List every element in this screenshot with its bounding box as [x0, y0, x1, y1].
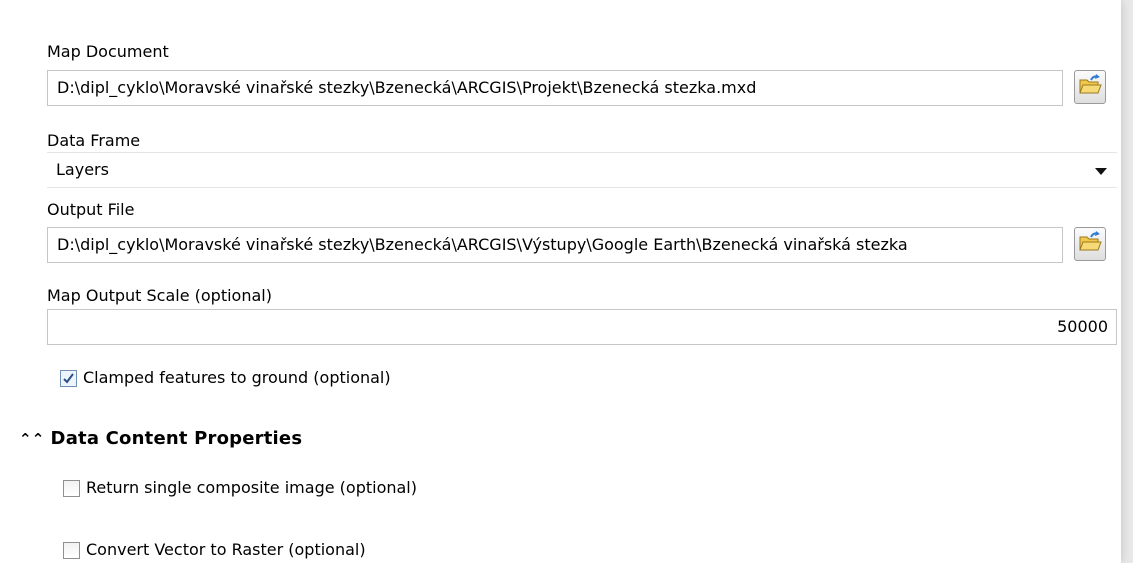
- section-title: Data Content Properties: [50, 428, 303, 449]
- map-document-label: Map Document: [47, 42, 169, 61]
- convert-vector-to-raster-option[interactable]: Convert Vector to Raster (optional): [63, 540, 366, 560]
- open-folder-icon: [1078, 231, 1102, 257]
- data-frame-value: Layers: [56, 160, 109, 179]
- map-output-scale-input[interactable]: 50000: [47, 309, 1117, 345]
- clamped-features-checkbox[interactable]: [60, 369, 77, 387]
- chevron-down-icon[interactable]: [1095, 168, 1107, 175]
- convert-vector-to-raster-label: Convert Vector to Raster (optional): [86, 540, 366, 559]
- output-file-browse-button[interactable]: [1074, 227, 1106, 261]
- open-folder-icon: [1078, 74, 1102, 100]
- return-single-composite-checkbox[interactable]: [63, 479, 80, 497]
- check-icon: [63, 372, 74, 384]
- map-output-scale-label: Map Output Scale (optional): [47, 286, 272, 305]
- map-document-browse-button[interactable]: [1074, 70, 1106, 104]
- data-content-properties-header[interactable]: ⌃⌃ Data Content Properties: [19, 428, 302, 450]
- output-file-input[interactable]: D:\dipl_cyklo\Moravské vinařské stezky\B…: [47, 227, 1063, 263]
- clamped-features-option[interactable]: Clamped features to ground (optional): [60, 368, 391, 388]
- clamped-features-label: Clamped features to ground (optional): [83, 368, 391, 387]
- data-frame-label: Data Frame: [47, 131, 141, 150]
- return-single-composite-label: Return single composite image (optional): [86, 478, 417, 497]
- double-chevron-up-icon[interactable]: ⌃⌃: [19, 428, 45, 450]
- return-single-composite-option[interactable]: Return single composite image (optional): [63, 478, 417, 498]
- tool-dialog-panel: Map Document D:\dipl_cyklo\Moravské vina…: [0, 0, 1121, 563]
- convert-vector-to-raster-checkbox[interactable]: [63, 541, 80, 559]
- output-file-label: Output File: [47, 200, 135, 219]
- data-frame-select[interactable]: Layers: [47, 152, 1117, 188]
- map-document-input[interactable]: D:\dipl_cyklo\Moravské vinařské stezky\B…: [47, 70, 1063, 106]
